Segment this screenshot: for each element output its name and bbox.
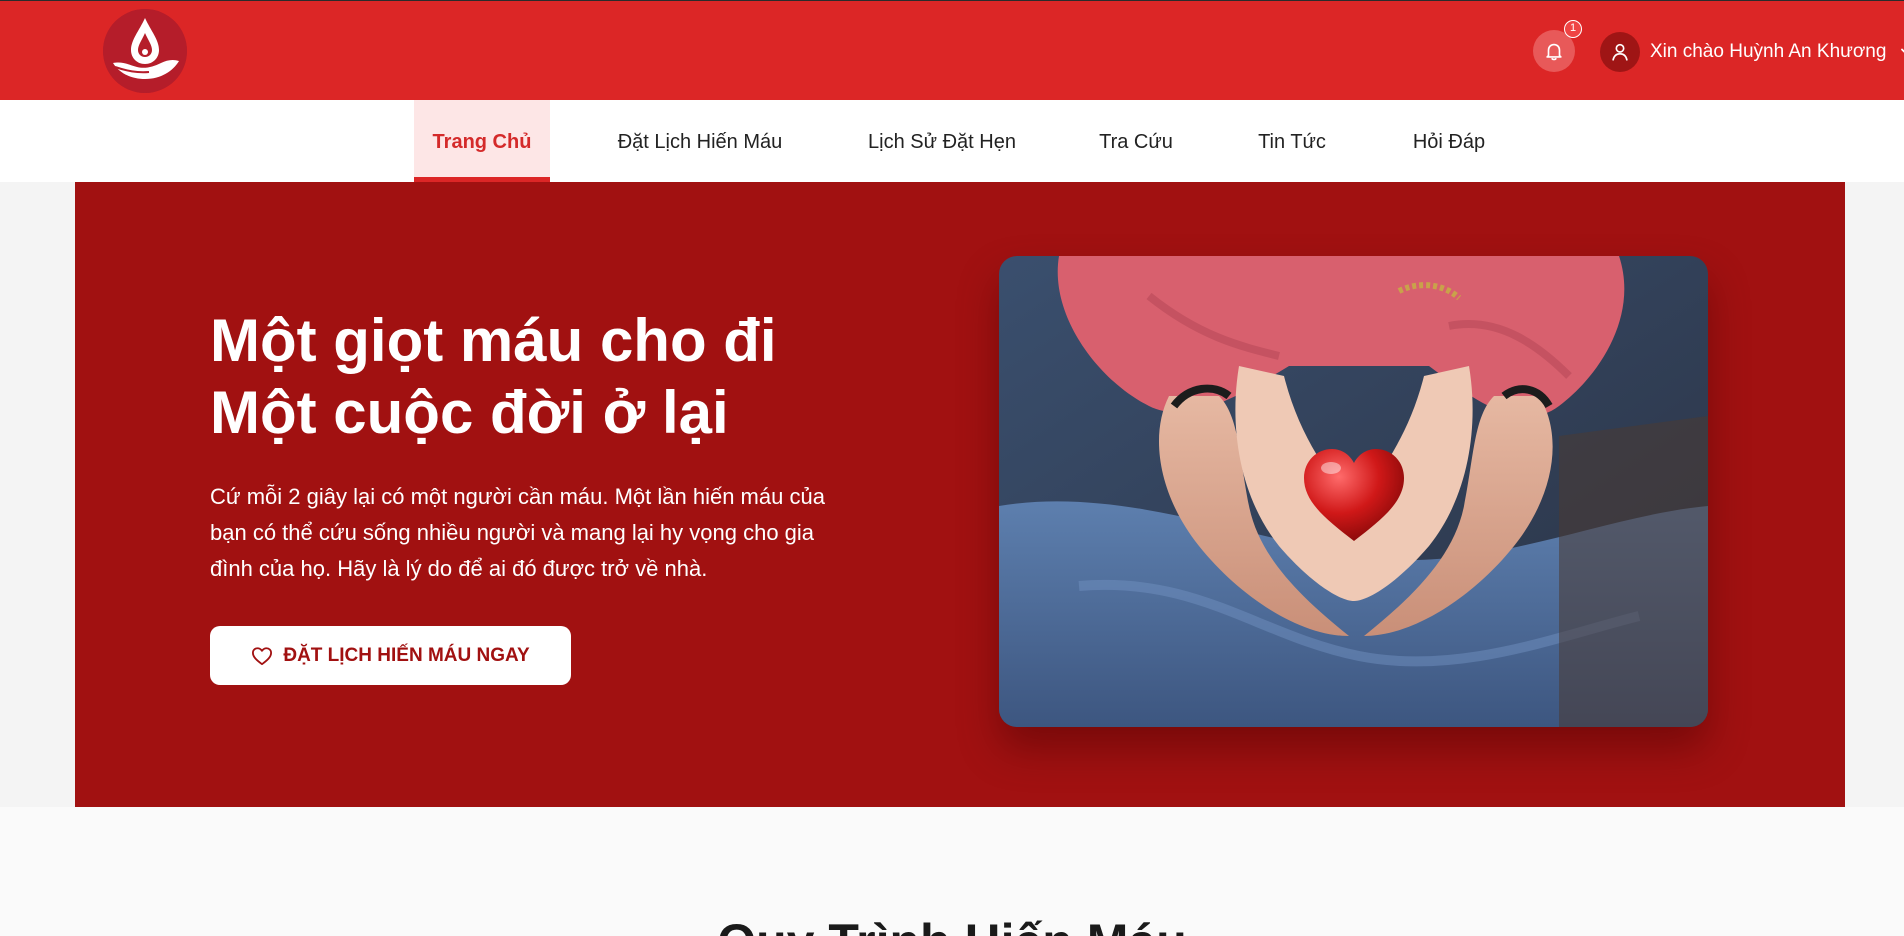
nav-item-tin-tuc[interactable]: Tin Tức [1252,100,1332,182]
nav-item-trang-chu[interactable]: Trang Chủ [414,100,550,182]
bell-icon [1546,43,1562,61]
hero-description: Cứ mỗi 2 giây lại có một người cần máu. … [210,484,825,581]
user-menu[interactable]: Xin chào Huỳnh An Khương [1600,32,1904,72]
site-logo[interactable] [103,9,187,93]
nav-item-dat-lich-hien-mau[interactable]: Đặt Lịch Hiến Máu [600,100,800,182]
section-title: Quy Trình Hiến Máu [0,912,1904,936]
hero-title-line-1: Một giọt máu cho đi [210,307,777,374]
nav-item-hoi-dap[interactable]: Hỏi Đáp [1404,100,1494,182]
hero-title-line-2: Một cuộc đời ở lại [210,379,729,446]
book-donation-button[interactable]: ĐẶT LỊCH HIẾN MÁU NGAY [210,626,571,685]
notification-count-badge: 1 [1564,20,1582,38]
donation-process-section: Quy Trình Hiến Máu [0,807,1904,936]
hero-banner: Một giọt máu cho đi Một cuộc đời ở lại C… [75,182,1845,807]
nav-item-tra-cuu[interactable]: Tra Cứu [1092,100,1180,182]
chevron-down-icon [1900,45,1904,59]
user-icon [1612,43,1628,61]
top-header: 1 Xin chào Huỳnh An Khương [0,0,1904,100]
heart-icon [252,646,273,665]
main-nav: Trang Chủ Đặt Lịch Hiến Máu Lịch Sử Đặt … [0,100,1904,182]
blood-drop-hand-logo-icon [103,9,187,93]
book-donation-label: ĐẶT LỊCH HIẾN MÁU NGAY [283,644,530,666]
avatar [1600,32,1640,72]
user-greeting: Xin chào Huỳnh An Khương [1650,41,1887,62]
hero-image-hands-holding-heart [999,256,1708,727]
hero-title: Một giọt máu cho đi Một cuộc đời ở lại [210,305,910,449]
nav-item-lich-su-dat-hen[interactable]: Lịch Sử Đặt Hẹn [852,100,1032,182]
